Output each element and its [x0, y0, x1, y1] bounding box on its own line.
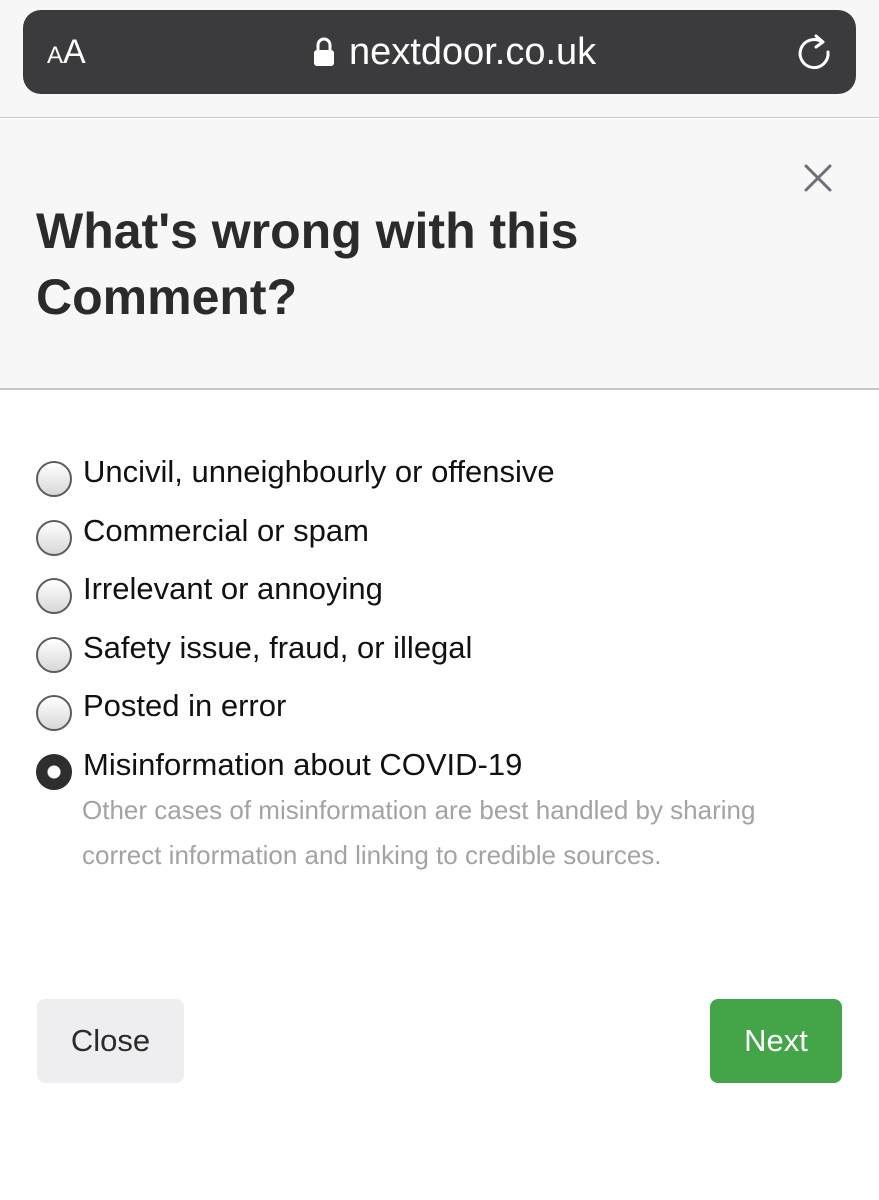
url-text: nextdoor.co.uk [349, 31, 597, 73]
option-posted-in-error[interactable]: Posted in error [36, 682, 836, 741]
option-uncivil[interactable]: Uncivil, unneighbourly or offensive [36, 448, 836, 507]
modal-title: What's wrong with this Comment? [36, 203, 579, 325]
option-irrelevant[interactable]: Irrelevant or annoying [36, 565, 836, 624]
browser-chrome: AA nextdoor.co.uk [0, 0, 879, 118]
option-commercial-spam[interactable]: Commercial or spam [36, 507, 836, 566]
reload-icon[interactable] [792, 30, 836, 74]
text-size-large-label: A [63, 33, 86, 71]
url-display[interactable]: nextdoor.co.uk [313, 32, 596, 72]
radio-button-selected[interactable] [36, 753, 72, 790]
option-safety-issue[interactable]: Safety issue, fraud, or illegal [36, 624, 836, 683]
text-size-button[interactable]: AA [47, 34, 86, 74]
report-reason-list: Uncivil, unneighbourly or offensive Comm… [36, 448, 836, 799]
radio-button[interactable] [36, 578, 72, 614]
radio-button[interactable] [36, 461, 72, 497]
helper-text: Other cases of misinformation are best h… [82, 795, 756, 870]
radio-button[interactable] [36, 519, 72, 556]
close-icon[interactable] [800, 160, 836, 196]
option-label: Misinformation about COVID-19 [83, 746, 523, 782]
next-button[interactable]: Next [710, 999, 842, 1083]
option-label: Posted in error [83, 688, 287, 723]
radio-button[interactable] [36, 695, 72, 731]
text-size-small-label: A [47, 42, 64, 69]
option-label: Irrelevant or annoying [83, 571, 383, 606]
lock-icon [313, 37, 335, 67]
option-label: Uncivil, unneighbourly or offensive [83, 454, 555, 489]
option-label: Commercial or spam [83, 512, 369, 548]
radio-button[interactable] [36, 636, 72, 673]
option-label: Safety issue, fraud, or illegal [83, 629, 473, 665]
address-bar[interactable]: AA nextdoor.co.uk [23, 10, 856, 94]
close-button[interactable]: Close [37, 999, 184, 1083]
